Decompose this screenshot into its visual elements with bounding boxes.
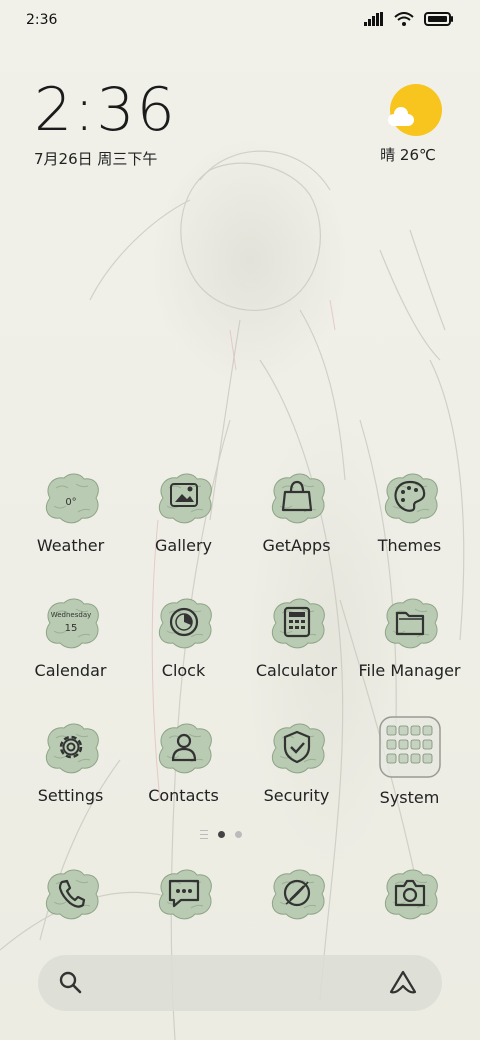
search-bar[interactable]	[38, 955, 442, 1011]
app-label: Clock	[161, 661, 206, 680]
app-system[interactable]: System	[353, 716, 466, 807]
app-themes[interactable]: Themes	[353, 470, 466, 555]
dock-camera[interactable]	[353, 866, 466, 922]
app-label: Security	[263, 786, 330, 805]
search-icon[interactable]	[58, 970, 84, 996]
shopping-bag-icon	[266, 470, 328, 526]
sun-cloud-icon	[388, 84, 442, 136]
messages-icon	[153, 866, 215, 922]
page-dot[interactable]	[235, 831, 242, 838]
browser-icon	[266, 866, 328, 922]
clock-icon	[153, 595, 215, 651]
app-label: Weather	[36, 536, 105, 555]
status-bar: 2:36	[0, 0, 480, 40]
dock-messages[interactable]	[127, 866, 240, 922]
signal-icon	[364, 12, 383, 26]
app-label: GetApps	[262, 536, 331, 555]
app-getapps[interactable]: GetApps	[240, 470, 353, 555]
calculator-icon	[266, 595, 328, 651]
app-label: Settings	[37, 786, 104, 805]
camera-icon	[379, 866, 441, 922]
app-settings[interactable]: Settings	[14, 720, 127, 805]
app-label: Calendar	[34, 661, 107, 680]
weather-icon: 0°	[40, 470, 102, 526]
status-icons	[364, 12, 454, 26]
app-label: Contacts	[148, 786, 219, 805]
weather-temperature: 26℃	[399, 146, 436, 164]
app-clock[interactable]: Clock	[127, 595, 240, 680]
shield-icon	[266, 720, 328, 776]
weather-text: 晴 26℃	[370, 144, 446, 165]
page-dot-active[interactable]	[218, 831, 225, 838]
clock-widget[interactable]: 2:36 7月26日 周三下午	[34, 78, 177, 169]
gallery-icon	[153, 470, 215, 526]
weather-badge: 0°	[65, 497, 76, 508]
gear-icon	[40, 720, 102, 776]
assistant-icon[interactable]	[388, 970, 418, 996]
dock-browser[interactable]	[240, 866, 353, 922]
page-indicator[interactable]	[200, 830, 242, 839]
app-weather[interactable]: 0° Weather	[14, 470, 127, 555]
page-indicator-list[interactable]	[200, 830, 208, 839]
folder-grid-icon	[378, 716, 441, 778]
contact-icon	[153, 720, 215, 776]
app-label: System	[379, 788, 440, 807]
clock-time: 2:36	[34, 75, 177, 145]
svg-text:Wednesday: Wednesday	[50, 611, 91, 619]
weather-condition: 晴	[380, 146, 396, 164]
app-calendar[interactable]: Wednesday 15 Calendar	[14, 595, 127, 680]
app-contacts[interactable]: Contacts	[127, 720, 240, 805]
clock-date: 7月26日 周三下午	[34, 150, 158, 168]
palette-icon	[379, 470, 441, 526]
dock-phone[interactable]	[14, 866, 127, 922]
app-gallery[interactable]: Gallery	[127, 470, 240, 555]
wifi-icon	[394, 12, 414, 26]
folder-icon	[379, 595, 441, 651]
app-security[interactable]: Security	[240, 720, 353, 805]
phone-icon	[40, 866, 102, 922]
app-label: File Manager	[358, 661, 461, 680]
app-label: Calculator	[255, 661, 338, 680]
weather-widget[interactable]: 晴 26℃	[380, 84, 446, 165]
svg-text:15: 15	[64, 623, 77, 634]
app-label: Gallery	[155, 536, 212, 555]
calendar-icon: Wednesday 15	[40, 595, 102, 651]
app-file-manager[interactable]: File Manager	[353, 595, 466, 680]
app-label: Themes	[377, 536, 442, 555]
battery-icon	[424, 12, 453, 26]
app-calculator[interactable]: Calculator	[240, 595, 353, 680]
status-time: 2:36	[26, 12, 58, 28]
